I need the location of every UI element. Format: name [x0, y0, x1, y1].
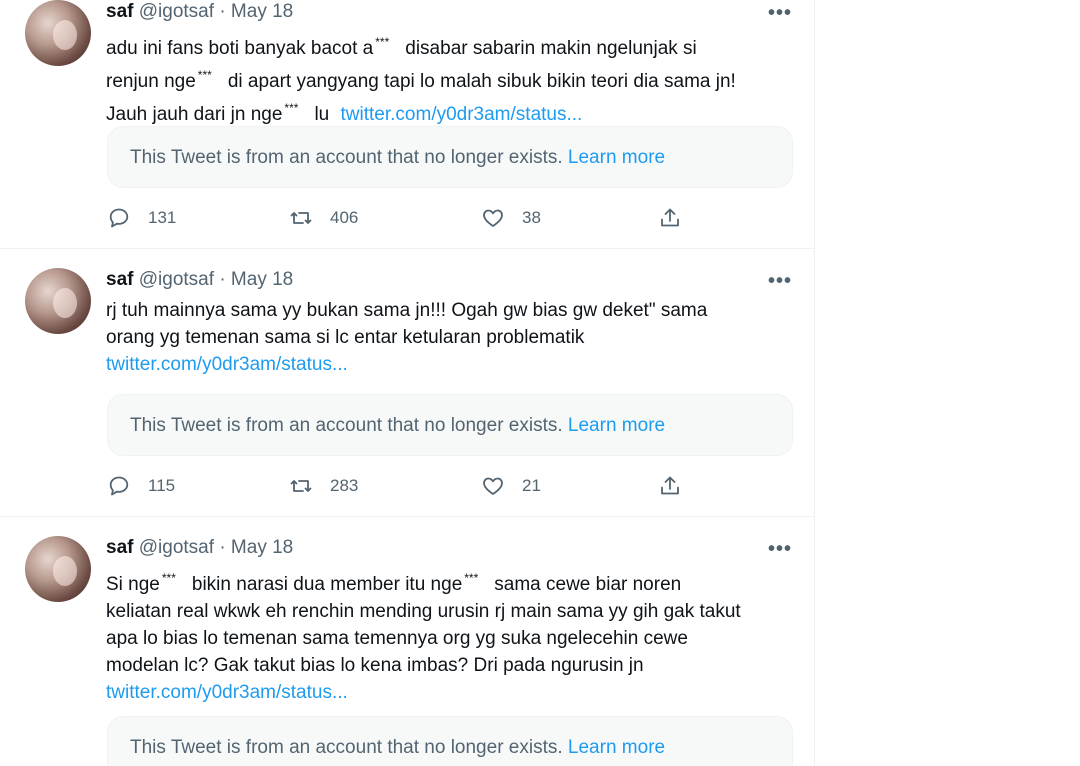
retweet-count: 406 — [330, 208, 359, 227]
quoted-tweet-unavailable[interactable]: This Tweet is from an account that no lo… — [107, 716, 793, 766]
tweet-text-part: renjun nge — [106, 71, 196, 92]
reply-icon — [109, 476, 129, 496]
separator-dot: · — [219, 537, 226, 558]
tweet-header: saf @igotsaf · May 18 — [106, 268, 293, 292]
retweet-icon — [290, 480, 312, 492]
tweet-actions: 131 406 38 — [106, 206, 706, 230]
tweet-text-part: adu ini fans boti banyak bacot a — [106, 38, 374, 59]
tweet-text-part: bikin narasi dua member itu nge — [191, 574, 463, 595]
tweet-text-part: di apart yangyang tapi lo malah sibuk bi… — [227, 71, 736, 92]
separator-dot: · — [219, 269, 226, 290]
tweet-text-part: Jauh jauh dari jn nge — [106, 104, 283, 125]
separator-dot: · — [219, 1, 226, 22]
censor-mark: *** — [161, 571, 176, 585]
reply-count: 115 — [148, 476, 176, 495]
learn-more-link[interactable]: Learn more — [568, 415, 665, 436]
like-button[interactable]: 21 — [480, 474, 541, 498]
learn-more-link[interactable]: Learn more — [568, 737, 665, 758]
share-button[interactable] — [657, 206, 699, 230]
tweet-text-part: sama cewe biar noren — [494, 574, 682, 595]
tweet-text-part: disabar sabarin makin ngelunjak si — [405, 38, 697, 59]
censor-mark: *** — [464, 571, 479, 585]
user-handle[interactable]: @igotsaf — [139, 269, 214, 290]
tweet-text: rj tuh mainnya sama yy bukan sama jn!!! … — [106, 297, 806, 378]
share-button[interactable] — [657, 474, 699, 498]
quote-notice: This Tweet is from an account that no lo… — [130, 147, 563, 168]
tweet-divider — [0, 516, 814, 517]
heart-icon — [483, 209, 503, 227]
tweet-text: Si nge *** bikin narasi dua member itu nge… — [106, 565, 806, 706]
tweet-text-line: modelan lc? Gak takut bias lo kena imbas… — [106, 655, 644, 676]
tweet-text-line: apa lo bias lo temenan sama temennya org… — [106, 628, 688, 649]
tweet-text: adu ini fans boti banyak bacot a *** disab… — [106, 29, 806, 128]
quoted-tweet-unavailable[interactable]: This Tweet is from an account that no lo… — [107, 394, 793, 456]
share-icon — [661, 208, 679, 227]
tweet-text-part: lu — [314, 104, 330, 125]
retweet-button[interactable]: 283 — [288, 474, 358, 498]
tweet-text-line: rj tuh mainnya sama yy bukan sama jn!!! … — [106, 300, 708, 321]
tweet-text-line: orang yg temenan sama si lc entar ketula… — [106, 327, 585, 348]
user-handle[interactable]: @igotsaf — [139, 1, 214, 22]
more-icon[interactable]: ••• — [767, 271, 793, 294]
like-button[interactable]: 38 — [480, 206, 541, 230]
like-count: 38 — [522, 208, 541, 227]
tweet-link[interactable]: twitter.com/y0dr3am/status... — [106, 679, 806, 706]
tweet-link[interactable]: twitter.com/y0dr3am/status... — [341, 104, 583, 125]
retweet-count: 283 — [330, 476, 359, 495]
avatar[interactable] — [25, 536, 91, 602]
display-name[interactable]: saf — [106, 1, 133, 22]
tweet[interactable]: saf @igotsaf · May 18 ••• adu ini fans b… — [0, 0, 814, 248]
quote-notice: This Tweet is from an account that no lo… — [130, 737, 563, 758]
tweet-date[interactable]: May 18 — [231, 269, 293, 290]
display-name[interactable]: saf — [106, 537, 133, 558]
avatar[interactable] — [25, 0, 91, 66]
reply-button[interactable]: 131 — [106, 206, 176, 230]
reply-button[interactable]: 115 — [106, 474, 175, 498]
avatar[interactable] — [25, 268, 91, 334]
tweet-divider — [0, 248, 814, 249]
tweet[interactable]: saf @igotsaf · May 18 ••• Si nge *** bikin… — [0, 536, 814, 766]
tweet-text-line: keliatan real wkwk eh renchin mending ur… — [106, 601, 741, 622]
display-name[interactable]: saf — [106, 269, 133, 290]
more-icon[interactable]: ••• — [767, 539, 793, 562]
reply-icon — [109, 208, 129, 228]
quoted-tweet-unavailable[interactable]: This Tweet is from an account that no lo… — [107, 126, 793, 188]
user-handle[interactable]: @igotsaf — [139, 537, 214, 558]
share-icon — [661, 476, 679, 495]
tweet[interactable]: saf @igotsaf · May 18 ••• rj tuh mainnya… — [0, 268, 814, 516]
censor-mark: *** — [197, 68, 212, 82]
censor-mark: *** — [375, 35, 390, 49]
retweet-button[interactable]: 406 — [288, 206, 358, 230]
tweet-text-part: Si nge — [106, 574, 160, 595]
retweet-icon — [290, 212, 312, 224]
tweet-link[interactable]: twitter.com/y0dr3am/status... — [106, 351, 806, 378]
quote-notice: This Tweet is from an account that no lo… — [130, 415, 563, 436]
like-count: 21 — [522, 476, 541, 495]
tweet-feed: saf @igotsaf · May 18 ••• adu ini fans b… — [0, 0, 815, 766]
censor-mark: *** — [284, 101, 299, 115]
tweet-header: saf @igotsaf · May 18 — [106, 536, 293, 560]
tweet-date[interactable]: May 18 — [231, 1, 293, 22]
tweet-date[interactable]: May 18 — [231, 537, 293, 558]
reply-count: 131 — [148, 208, 177, 227]
tweet-header: saf @igotsaf · May 18 — [106, 0, 293, 24]
tweet-actions: 115 283 21 — [106, 474, 706, 498]
more-icon[interactable]: ••• — [767, 3, 793, 26]
heart-icon — [483, 477, 503, 495]
learn-more-link[interactable]: Learn more — [568, 147, 665, 168]
